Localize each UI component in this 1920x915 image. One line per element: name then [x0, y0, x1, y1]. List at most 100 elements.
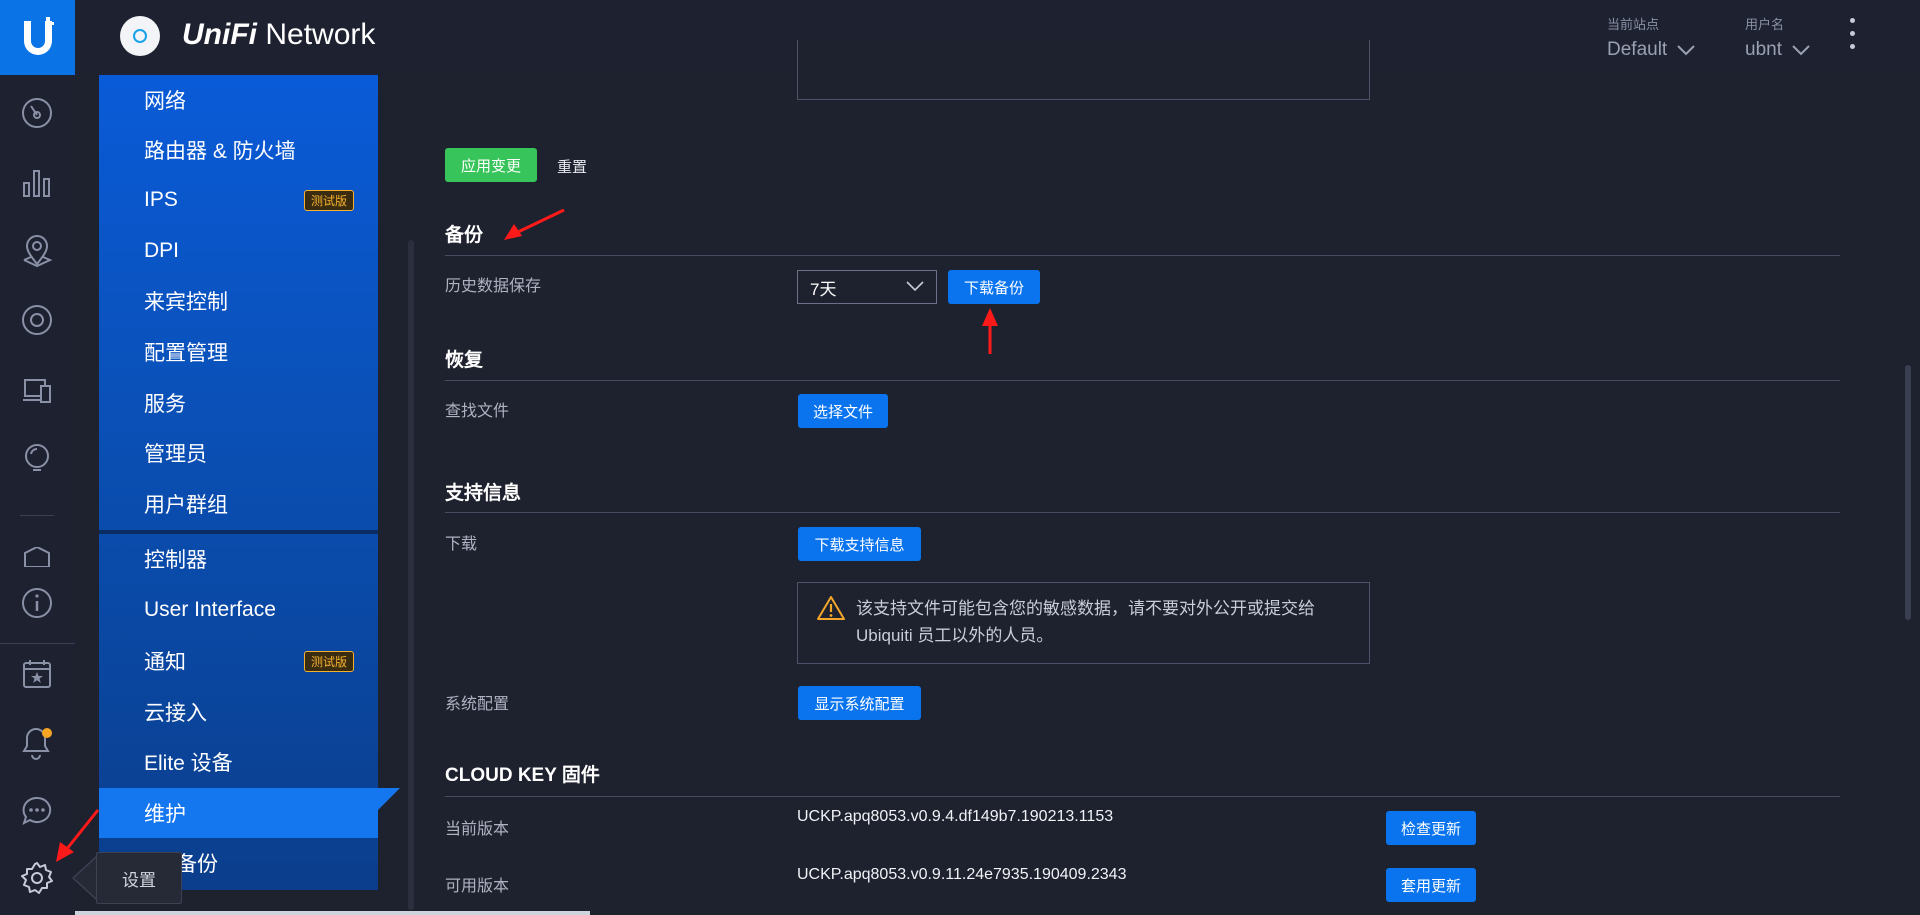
warning-text: 该支持文件可能包含您的敏感数据，请不要对外公开或提交给 Ubiquiti 员工以… [856, 599, 1315, 645]
bottom-scroll-track [75, 911, 590, 915]
nav-item-label: 通知 [144, 651, 186, 674]
unifi-app-icon [120, 16, 160, 56]
sensitive-data-warning: 该支持文件可能包含您的敏感数据，请不要对外公开或提交给 Ubiquiti 员工以… [797, 582, 1370, 664]
active-notch [378, 788, 400, 810]
site-selector[interactable]: 当前站点 Default [1607, 14, 1695, 61]
brand-prefix: UniFi [182, 18, 257, 51]
nav-item-dpi[interactable]: DPI [99, 226, 378, 276]
nav-item-label: IPS [144, 188, 178, 211]
chevron-down-icon [1792, 45, 1810, 56]
site-label: 当前站点 [1607, 17, 1660, 32]
ubiquiti-logo[interactable] [0, 0, 75, 75]
main-scrollbar[interactable] [1905, 365, 1911, 620]
nav-item-user-interface[interactable]: User Interface [99, 585, 378, 635]
nav-item-label: 服务 [144, 393, 186, 416]
nav-item-label: 维护 [144, 803, 186, 826]
icon-rail [0, 75, 75, 915]
nav-item-maintenance[interactable]: 维护 [99, 788, 378, 838]
show-system-config-button[interactable]: 显示系统配置 [798, 686, 921, 720]
alerts-icon[interactable] [19, 725, 55, 761]
download-backup-button[interactable]: 下载备份 [948, 270, 1040, 304]
events-icon[interactable] [19, 655, 55, 691]
find-file-label: 查找文件 [445, 403, 510, 420]
annotation-arrow [56, 809, 100, 862]
apply-update-button[interactable]: 套用更新 [1386, 868, 1476, 902]
current-version-label: 当前版本 [445, 821, 510, 838]
brand-suffix: Network [265, 18, 376, 51]
nav-item-label: 用户群组 [144, 494, 228, 517]
section-divider [445, 796, 1840, 797]
beta-badge: 测试版 [304, 650, 355, 672]
nav-item-label: 管理员 [144, 443, 207, 466]
nav-item-label: 云接入 [144, 702, 207, 725]
nav-item-cloud-access[interactable]: 云接入 [99, 687, 378, 737]
user-value: ubnt [1745, 39, 1782, 60]
annotation-arrow [504, 208, 565, 240]
nav-scrollbar[interactable] [408, 240, 414, 910]
apply-changes-button[interactable]: 应用变更 [445, 148, 537, 182]
nav-item-network[interactable]: 网络 [99, 75, 378, 125]
warning-icon [817, 596, 845, 620]
user-label: 用户名 [1745, 17, 1785, 32]
available-version-label: 可用版本 [445, 878, 510, 895]
restore-title: 恢复 [445, 350, 484, 371]
firmware-title: CLOUD KEY 固件 [445, 765, 600, 786]
user-selector[interactable]: 用户名 ubnt [1745, 14, 1810, 61]
nav-item-label: Elite 设备 [144, 752, 233, 775]
history-retention-select[interactable]: 7天 [797, 270, 937, 304]
available-version-value: UCKP.apq8053.v0.9.11.24e7935.190409.2343 [797, 866, 1127, 883]
beta-badge: 测试版 [304, 189, 355, 211]
chevron-down-icon [906, 281, 924, 292]
annotation-arrow [982, 308, 998, 354]
chat-icon[interactable] [19, 793, 55, 829]
more-menu-icon[interactable] [1850, 18, 1858, 57]
system-config-label: 系统配置 [445, 696, 510, 713]
nav-item-controller[interactable]: 控制器 [99, 534, 378, 584]
section-divider [445, 380, 1840, 381]
nav-item-elite-devices[interactable]: Elite 设备 [99, 737, 378, 787]
nav-item-guest-control[interactable]: 来宾控制 [99, 276, 378, 326]
partial-icon[interactable] [19, 547, 55, 567]
nav-item-label: 来宾控制 [144, 291, 228, 314]
clients-icon[interactable] [19, 372, 55, 408]
nav-item-services[interactable]: 服务 [99, 378, 378, 428]
history-retention-value: 7天 [810, 279, 837, 299]
section-divider [445, 512, 1840, 513]
check-update-button[interactable]: 检查更新 [1386, 811, 1476, 845]
choose-file-button[interactable]: 选择文件 [798, 394, 888, 428]
chevron-down-icon [1677, 45, 1695, 56]
download-support-info-button[interactable]: 下载支持信息 [798, 527, 921, 561]
current-version-value: UCKP.apq8053.v0.9.4.df149b7.190213.1153 [797, 808, 1114, 825]
info-icon[interactable] [19, 585, 55, 621]
settings-icon[interactable] [19, 860, 55, 896]
nav-item-admins[interactable]: 管理员 [99, 428, 378, 478]
nav-item-label: 配置管理 [144, 342, 228, 365]
reset-button[interactable]: 重置 [557, 156, 587, 177]
nav-item-label: 备份 [176, 853, 218, 876]
nav-item-notifications[interactable]: 通知 测试版 [99, 636, 378, 686]
text-area-box[interactable] [797, 40, 1370, 100]
nav-item-routing-firewall[interactable]: 路由器 & 防火墙 [99, 125, 378, 175]
nav-item-label: 网络 [144, 90, 186, 113]
nav-item-ips[interactable]: IPS 测试版 [99, 175, 378, 225]
nav-item-profiles[interactable]: 配置管理 [99, 327, 378, 377]
nav-item-label: 路由器 & 防火墙 [144, 140, 296, 163]
devices-icon[interactable] [19, 302, 55, 338]
nav-item-label: 控制器 [144, 549, 207, 572]
insights-icon[interactable] [19, 440, 55, 476]
history-retention-label: 历史数据保存 [445, 278, 542, 295]
statistics-icon[interactable] [19, 165, 55, 201]
nav-item-label: User Interface [144, 598, 276, 621]
backup-title: 备份 [445, 225, 484, 246]
settings-nav: 网络 路由器 & 防火墙 IPS 测试版 DPI 来宾控制 配置管理 服务 管理员… [99, 75, 378, 890]
map-icon[interactable] [19, 233, 55, 269]
nav-item-user-groups[interactable]: 用户群组 [99, 479, 378, 529]
support-download-label: 下载 [445, 536, 478, 553]
support-info-title: 支持信息 [445, 483, 522, 504]
site-value: Default [1607, 39, 1668, 60]
brand-title: UniFi Network [182, 18, 375, 52]
dashboard-icon[interactable] [19, 95, 55, 131]
settings-tooltip: 设置 [96, 852, 182, 904]
nav-item-label: DPI [144, 239, 180, 262]
section-divider [445, 255, 1840, 256]
